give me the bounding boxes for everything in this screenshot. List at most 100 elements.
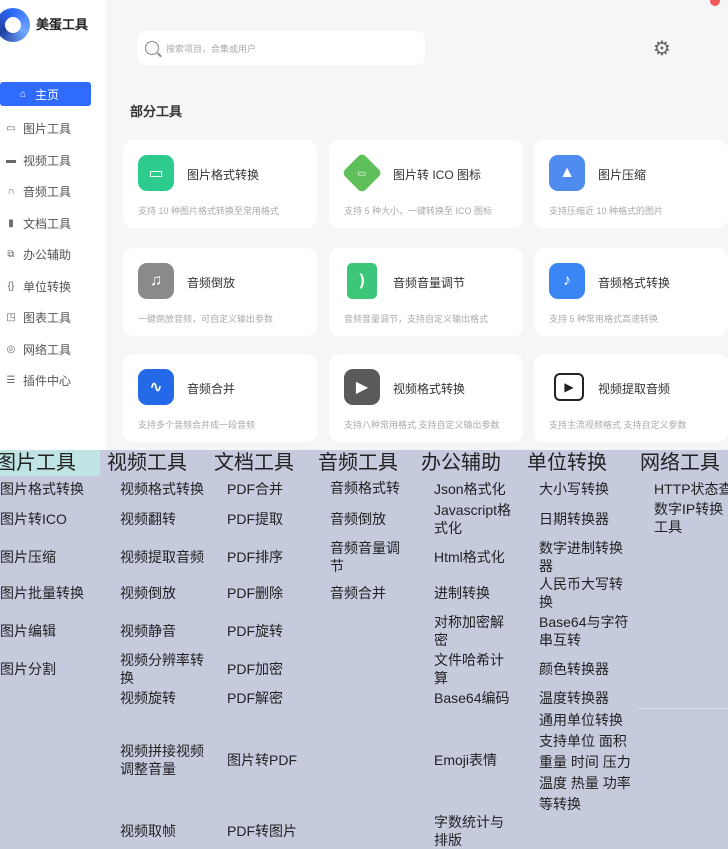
- sidebar-item-office-helper[interactable]: ⧉ 办公辅助: [0, 239, 106, 271]
- tool-link[interactable]: 音频倒放: [330, 510, 426, 528]
- tool-link[interactable]: 温度转换器: [539, 689, 635, 707]
- sidebar-item-home[interactable]: ⌂ 主页: [0, 82, 91, 106]
- search-input[interactable]: 搜索项目，合集或用户: [137, 31, 425, 65]
- tools-table: 图片工具 视频工具 文档工具 音频工具 办公辅助 单位转换 网络工具 图片格式转…: [0, 450, 728, 849]
- sidebar-item-label: 文档工具: [23, 216, 72, 231]
- tool-card-image-compress[interactable]: ▲ 图片压缩 支持压缩近 10 种格式的图片: [534, 140, 728, 228]
- sidebar-item-audio-tools[interactable]: ∩ 音频工具: [0, 176, 106, 208]
- sidebar-item-label: 图表工具: [23, 311, 72, 326]
- tool-link[interactable]: PDF合并: [227, 480, 323, 498]
- tool-link[interactable]: 文件哈希计算: [434, 651, 510, 687]
- sliders-icon: ☰: [6, 375, 16, 387]
- tool-card-audio-merge[interactable]: ∿ 音频合并 支持多个音频合并成一段音频: [123, 354, 317, 442]
- notification-dot: [710, 0, 720, 6]
- tool-link[interactable]: 图片转ICO: [0, 510, 108, 528]
- card-desc: 支持 5 种常用格式高速转换: [549, 314, 659, 324]
- sidebar-item-label: 单位转换: [23, 279, 72, 294]
- image-icon: ▭: [6, 123, 16, 135]
- tool-link[interactable]: 音频合并: [330, 584, 426, 602]
- tool-link[interactable]: Json格式化: [434, 480, 530, 498]
- sidebar-item-label: 插件中心: [23, 374, 72, 389]
- ico-diamond-icon: ▭: [341, 152, 383, 194]
- sidebar-item-video-tools[interactable]: ▬ 视频工具: [0, 145, 106, 177]
- card-desc: 支持压缩近 10 种格式的图片: [549, 206, 664, 216]
- tool-card-video-extract-audio[interactable]: ▶ 视频提取音频 支持主流视频格式 支持自定义参数: [534, 354, 728, 442]
- card-title: 图片格式转换: [187, 168, 260, 182]
- tool-link[interactable]: Html格式化: [434, 548, 530, 566]
- tool-card-video-format[interactable]: ▶ 视频格式转换 支持八种常用格式 支持自定义输出参数: [329, 354, 523, 442]
- tool-link[interactable]: Emoji表情: [434, 751, 530, 769]
- sidebar-item-document-tools[interactable]: ▮ 文档工具: [0, 208, 106, 240]
- tool-link[interactable]: 图片转PDF: [227, 751, 323, 769]
- category-header-document: 文档工具: [214, 452, 294, 474]
- tool-link[interactable]: 对称加密解密: [434, 613, 510, 649]
- tool-link[interactable]: 视频提取音频: [120, 548, 216, 566]
- tool-link[interactable]: 视频旋转: [120, 689, 216, 707]
- sidebar-item-label: 网络工具: [23, 342, 72, 357]
- tool-card-audio-volume[interactable]: ) 音频音量调节 音频音量调节，支持自定义输出格式: [329, 248, 523, 336]
- tool-link[interactable]: 视频取帧: [120, 822, 216, 840]
- tool-link[interactable]: 字数统计与排版: [434, 813, 510, 849]
- tool-link[interactable]: 数字IP转换工具: [654, 500, 728, 536]
- category-header-office: 办公辅助: [421, 452, 501, 474]
- tool-card-image-format[interactable]: ▭ 图片格式转换 支持 10 种图片格式转换至常用格式: [123, 140, 317, 228]
- tool-link[interactable]: 大小写转换: [539, 480, 635, 498]
- tool-link[interactable]: PDF提取: [227, 510, 323, 528]
- tool-card-audio-reverse[interactable]: ♫ 音频倒放 一键倒放音频，可自定义输出参数: [123, 248, 317, 336]
- card-desc: 支持 5 种大小，一键转换至 ICO 图标: [344, 206, 493, 216]
- wave-merge-icon: ∿: [138, 369, 174, 405]
- sidebar: 美蛋工具 ⌂ 主页 ▭ 图片工具 ▬ 视频工具 ∩ 音频工具 ▮ 文档工具 ⧉ 办公辅助 {…: [0, 0, 106, 452]
- tool-link[interactable]: 图片分割: [0, 660, 108, 678]
- tool-link[interactable]: 视频拼接视频调整音量: [120, 742, 216, 778]
- tool-link[interactable]: Base64编码: [434, 689, 530, 707]
- tool-link[interactable]: PDF加密: [227, 660, 323, 678]
- card-desc: 支持主流视频格式 支持自定义参数: [549, 420, 687, 430]
- tool-link[interactable]: PDF排序: [227, 548, 323, 566]
- tool-link[interactable]: Base64与字符串互转: [539, 613, 631, 649]
- search-placeholder: 搜索项目，合集或用户: [166, 43, 257, 54]
- tool-link[interactable]: Javascript格式化: [434, 501, 516, 537]
- sidebar-item-label: 音频工具: [23, 185, 72, 200]
- tool-link[interactable]: 视频倒放: [120, 584, 216, 602]
- tool-link[interactable]: 图片批量转换: [0, 584, 108, 602]
- tool-link[interactable]: 图片格式转换: [0, 480, 108, 498]
- braces-icon: {}: [7, 280, 15, 292]
- tool-link[interactable]: HTTP状态查: [654, 480, 728, 498]
- tool-link[interactable]: PDF解密: [227, 689, 323, 707]
- card-title: 音频格式转换: [598, 276, 671, 290]
- card-desc: 支持多个音频合并成一段音频: [138, 420, 256, 430]
- sidebar-item-chart-tools[interactable]: ◳ 图表工具: [0, 302, 106, 334]
- tool-link[interactable]: 音频音量调节: [330, 539, 406, 575]
- tool-link[interactable]: 数字进制转换器: [539, 539, 631, 575]
- tool-link[interactable]: 通用单位转换支持单位 面积 重量 时间 压力 温度 热量 功率 等转换: [539, 710, 635, 815]
- tool-link[interactable]: 图片压缩: [0, 548, 108, 566]
- tool-link[interactable]: 图片编辑: [0, 622, 108, 640]
- category-header-image: 图片工具: [0, 450, 100, 476]
- tool-link[interactable]: PDF旋转: [227, 622, 323, 640]
- tool-link[interactable]: 进制转换: [434, 584, 530, 602]
- tool-card-image-to-ico[interactable]: ▭ 图片转 ICO 图标 支持 5 种大小，一键转换至 ICO 图标: [329, 140, 523, 228]
- sidebar-item-label: 办公辅助: [23, 248, 72, 263]
- tool-link[interactable]: 视频静音: [120, 622, 216, 640]
- tool-link[interactable]: PDF删除: [227, 584, 323, 602]
- column-divider: [637, 708, 728, 709]
- sidebar-item-network-tools[interactable]: ◎ 网络工具: [0, 334, 106, 366]
- home-icon: ⌂: [19, 88, 27, 100]
- tool-link[interactable]: 视频格式转换: [120, 480, 216, 498]
- card-title: 音频音量调节: [393, 276, 466, 290]
- tool-card-audio-format[interactable]: ♪ 音频格式转换 支持 5 种常用格式高速转换: [534, 248, 728, 336]
- video-play-icon: ▶: [344, 369, 380, 405]
- tool-link[interactable]: 人民币大写转换: [539, 575, 631, 611]
- sidebar-item-image-tools[interactable]: ▭ 图片工具: [0, 113, 106, 145]
- sidebar-item-plugin-center[interactable]: ☰ 插件中心: [0, 365, 106, 397]
- gear-icon[interactable]: ⚙: [651, 38, 673, 60]
- tool-link[interactable]: 音频格式转: [330, 479, 426, 497]
- tool-link[interactable]: 视频分辨率转换: [120, 651, 216, 687]
- card-desc: 支持 10 种图片格式转换至常用格式: [138, 206, 280, 216]
- card-title: 图片压缩: [598, 168, 647, 182]
- tool-link[interactable]: 视频翻转: [120, 510, 216, 528]
- tool-link[interactable]: 日期转换器: [539, 510, 635, 528]
- tool-link[interactable]: PDF转图片: [227, 822, 323, 840]
- sidebar-item-unit-convert[interactable]: {} 单位转换: [0, 271, 106, 303]
- tool-link[interactable]: 颜色转换器: [539, 660, 635, 678]
